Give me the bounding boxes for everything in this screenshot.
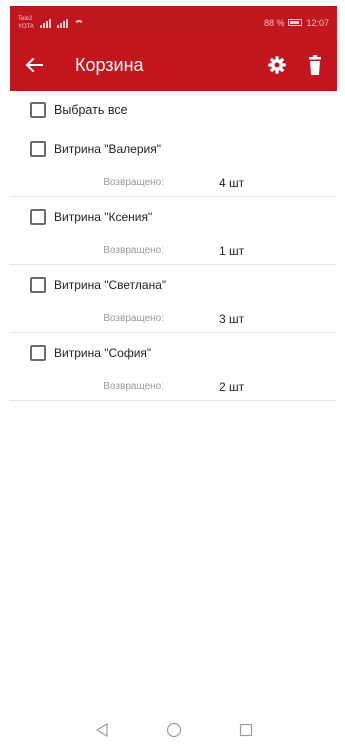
- item-row[interactable]: Витрина "Ксения": [10, 197, 337, 237]
- circle-home-icon: [166, 722, 181, 737]
- item-row[interactable]: Витрина "Светлана": [10, 265, 337, 305]
- status-bar: Tele2 YOTA 88 % 12:07: [10, 6, 337, 39]
- cart-list: Выбрать все Витрина "Валерия" Возвращено…: [10, 91, 337, 401]
- returned-label: Возвращено:: [103, 245, 164, 256]
- carrier-names: Tele2 YOTA: [18, 15, 34, 31]
- list-item: Витрина "Валерия" Возвращено: 4 шт: [10, 129, 337, 197]
- battery-percent: 88 %: [263, 17, 285, 28]
- list-item: Витрина "Светлана" Возвращено: 3 шт: [10, 265, 337, 333]
- item-checkbox[interactable]: [30, 141, 46, 157]
- settings-button[interactable]: [263, 49, 291, 81]
- triangle-back-icon: [95, 722, 108, 737]
- item-row[interactable]: Витрина "София": [10, 333, 337, 373]
- square-recents-icon: [239, 723, 252, 736]
- nav-home-button[interactable]: [163, 719, 185, 741]
- item-details: Возвращено: 4 шт: [10, 169, 337, 196]
- item-row[interactable]: Витрина "Валерия": [10, 129, 337, 169]
- signal-indicators: [39, 18, 84, 30]
- app-bar: Корзина: [10, 39, 337, 91]
- item-name: Витрина "Ксения": [54, 210, 153, 224]
- returned-quantity: 2 шт: [219, 379, 245, 394]
- item-name: Витрина "Валерия": [54, 142, 161, 156]
- item-details: Возвращено: 2 шт: [10, 373, 337, 400]
- nav-recents-button[interactable]: [235, 719, 257, 741]
- select-all-row[interactable]: Выбрать все: [10, 91, 337, 129]
- back-arrow-icon[interactable]: [14, 39, 54, 91]
- list-item: Витрина "Ксения" Возвращено: 1 шт: [10, 197, 337, 265]
- returned-label: Возвращено:: [103, 313, 164, 324]
- trash-icon: [309, 55, 321, 75]
- toolbar-actions: [263, 49, 329, 81]
- signal-icon-2: [56, 18, 68, 28]
- gear-icon: [268, 56, 286, 74]
- returned-label: Возвращено:: [103, 177, 164, 188]
- status-right: 88 % 12:07: [264, 18, 329, 28]
- select-all-checkbox[interactable]: [30, 102, 46, 118]
- carrier-2: YOTA: [18, 23, 34, 30]
- returned-label: Возвращено:: [103, 381, 164, 392]
- item-checkbox[interactable]: [30, 209, 46, 225]
- page-title: Корзина: [75, 54, 144, 75]
- list-item: Витрина "София" Возвращено: 2 шт: [10, 333, 337, 401]
- carrier-1: Tele2: [18, 15, 33, 22]
- item-checkbox[interactable]: [30, 277, 46, 293]
- battery-icon: [288, 19, 303, 26]
- clock: 12:07: [306, 17, 329, 28]
- delete-button[interactable]: [301, 49, 329, 81]
- returned-quantity: 4 шт: [219, 175, 245, 190]
- nav-back-button[interactable]: [91, 719, 113, 741]
- item-details: Возвращено: 1 шт: [10, 237, 337, 264]
- item-checkbox[interactable]: [30, 345, 46, 361]
- wifi-icon: [73, 19, 84, 30]
- signal-icon: [39, 18, 51, 28]
- item-details: Возвращено: 3 шт: [10, 305, 337, 332]
- item-name: Витрина "Светлана": [54, 278, 167, 292]
- system-nav-bar: [10, 712, 337, 747]
- returned-quantity: 1 шт: [219, 243, 245, 258]
- item-name: Витрина "София": [54, 346, 152, 360]
- returned-quantity: 3 шт: [219, 311, 245, 326]
- select-all-label: Выбрать все: [54, 103, 128, 117]
